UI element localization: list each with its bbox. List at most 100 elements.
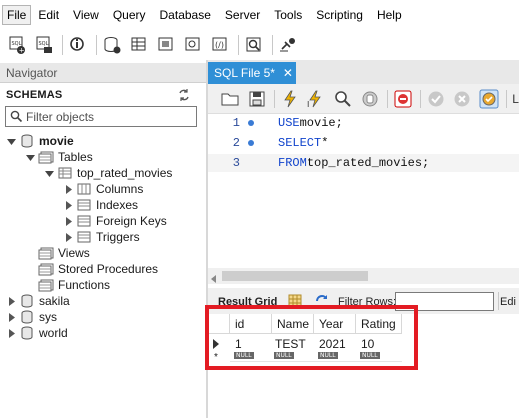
autocommit-toggle-icon[interactable] [479, 89, 499, 109]
menu-query[interactable]: Query [106, 0, 153, 30]
menu-file[interactable]: File [2, 5, 32, 25]
line-number: 2 [232, 136, 240, 150]
execute-current-statement-icon[interactable]: I [306, 89, 326, 109]
open-folder-icon[interactable] [220, 89, 240, 109]
search-table-data-icon[interactable] [243, 34, 265, 56]
sql-keyword: SELECT [278, 136, 322, 150]
toolbar-separator [419, 89, 421, 108]
execute-lightning-icon[interactable] [280, 89, 300, 109]
close-tab-icon[interactable]: ✕ [283, 66, 293, 80]
expanded-triangle-icon[interactable] [6, 136, 16, 146]
toggle-continue-on-error-icon[interactable] [393, 89, 413, 109]
create-function-icon[interactable]: (/) [209, 34, 231, 56]
code-line-current: 3 FROM top_rated_movies; [208, 154, 519, 172]
sql-text: top_rated_movies; [306, 156, 430, 170]
tree-columns[interactable]: Columns [63, 181, 143, 197]
tab-sql-file-5[interactable]: SQL File 5* ✕ [208, 62, 296, 84]
schema-sys-label: sys [39, 310, 57, 324]
collapsed-triangle-icon[interactable] [6, 296, 16, 306]
expanded-triangle-icon[interactable] [44, 168, 54, 178]
tree-views[interactable]: Views [38, 245, 90, 261]
collapsed-triangle-icon[interactable] [6, 312, 16, 322]
indexes-folder-icon [76, 198, 92, 212]
code-line: 1 USE movie; [208, 114, 519, 132]
svg-text:(/): (/) [215, 41, 224, 50]
tree-tables[interactable]: Tables [25, 149, 93, 165]
create-table-icon[interactable] [128, 34, 150, 56]
tree-foreign-keys-label: Foreign Keys [96, 214, 167, 228]
menu-server[interactable]: Server [218, 0, 267, 30]
editor-horizontal-scrollbar[interactable] [208, 268, 519, 284]
explain-magnifier-icon[interactable] [333, 89, 353, 109]
tree-functions-label: Functions [58, 278, 111, 292]
stop-hand-icon[interactable] [360, 89, 380, 109]
collapsed-triangle-icon[interactable] [63, 200, 73, 210]
inspector-icon[interactable] [67, 34, 89, 56]
tree-stored-procedures[interactable]: Stored Procedures [38, 261, 158, 277]
sql-keyword: FROM [278, 156, 307, 170]
create-view-icon[interactable] [155, 34, 177, 56]
menu-scripting[interactable]: Scripting [309, 0, 370, 30]
expanded-triangle-icon[interactable] [25, 152, 35, 162]
refresh-schemas-icon[interactable] [177, 88, 191, 102]
new-sql-tab-icon[interactable]: SQL + [6, 34, 28, 56]
schema-sakila[interactable]: sakila [6, 293, 70, 309]
open-sql-script-icon[interactable]: SQL [33, 34, 55, 56]
tree-indexes[interactable]: Indexes [63, 197, 138, 213]
table-icon [57, 166, 73, 180]
save-icon[interactable] [247, 89, 267, 109]
collapsed-triangle-icon[interactable] [63, 184, 73, 194]
filter-objects-field[interactable] [5, 106, 197, 127]
tree-table-label: top_rated_movies [77, 166, 173, 180]
tree-columns-label: Columns [96, 182, 144, 196]
rollback-icon[interactable] [452, 89, 472, 109]
navigator-header: Navigator [0, 63, 206, 83]
sql-editor[interactable]: 1 USE movie; 2 SELECT * 3 FROM top_rated… [208, 114, 519, 268]
commit-icon[interactable] [426, 89, 446, 109]
svg-text:I: I [307, 100, 309, 108]
tree-foreign-keys[interactable]: Foreign Keys [63, 213, 167, 229]
menu-database[interactable]: Database [153, 0, 218, 30]
editor-toolbar: I L [208, 84, 519, 114]
collapsed-triangle-icon[interactable] [63, 232, 73, 242]
svg-text:SQL: SQL [39, 41, 49, 47]
create-procedure-icon[interactable] [182, 34, 204, 56]
collapsed-triangle-icon[interactable] [63, 216, 73, 226]
menu-edit[interactable]: Edit [31, 0, 66, 30]
tree-table-top-rated-movies[interactable]: top_rated_movies [44, 165, 172, 181]
stored-procedures-folder-icon [38, 262, 54, 276]
scroll-left-icon[interactable] [210, 272, 218, 286]
tab-label: SQL File 5* [214, 66, 275, 80]
schema-world-label: world [39, 326, 68, 340]
tables-folder-icon [38, 150, 54, 164]
tree-triggers[interactable]: Triggers [63, 229, 140, 245]
schema-world[interactable]: world [6, 325, 68, 341]
sql-text: * [321, 136, 329, 150]
sql-text: movie; [299, 116, 343, 130]
menu-view[interactable]: View [66, 0, 106, 30]
toolbar-separator [506, 89, 508, 108]
scrollbar-thumb[interactable] [222, 271, 368, 281]
toolbar-separator [273, 89, 275, 108]
menu-help[interactable]: Help [370, 0, 409, 30]
filter-objects-input[interactable] [26, 108, 192, 125]
database-icon [19, 134, 35, 148]
tree-triggers-label: Triggers [96, 230, 140, 244]
views-folder-icon [38, 246, 54, 260]
toolbar-separator [386, 89, 388, 108]
limit-rows-label: L [512, 91, 519, 106]
database-icon [19, 326, 35, 340]
create-schema-icon[interactable] [101, 34, 123, 56]
toolbar-separator [62, 35, 63, 55]
menu-tools[interactable]: Tools [267, 0, 309, 30]
schema-sys[interactable]: sys [6, 309, 57, 325]
tree-functions[interactable]: Functions [38, 277, 110, 293]
triggers-folder-icon [76, 230, 92, 244]
schema-movie[interactable]: movie [6, 133, 74, 149]
schema-sakila-label: sakila [39, 294, 70, 308]
schema-movie-label: movie [39, 134, 74, 148]
reconnect-icon[interactable] [277, 34, 299, 56]
navigator-panel: SCHEMAS movie Tables top_rated_movies Co… [0, 83, 206, 418]
toolbar-separator [272, 35, 273, 55]
collapsed-triangle-icon[interactable] [6, 328, 16, 338]
